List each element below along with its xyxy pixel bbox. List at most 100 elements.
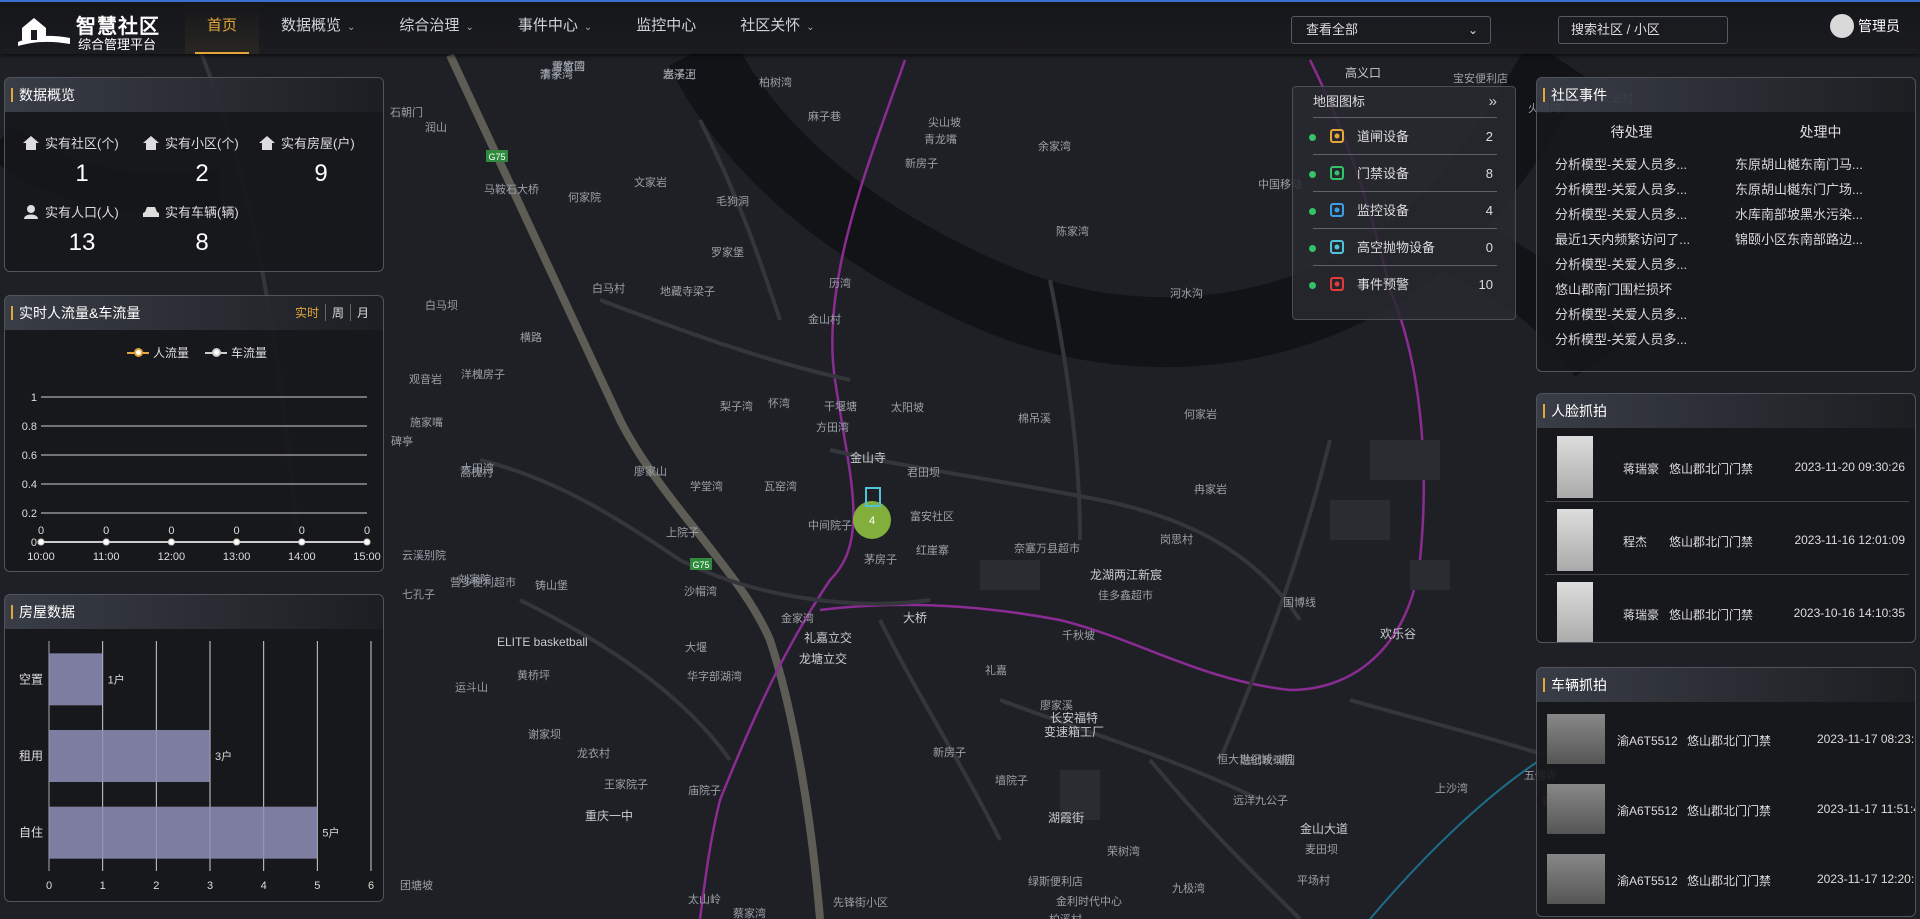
face-photo[interactable] — [1557, 509, 1593, 571]
flow-tabs: 实时 周 月 — [289, 304, 375, 321]
event-item[interactable]: 最近1天内频繁访问了... — [1555, 227, 1705, 252]
data-label: 0 — [364, 525, 370, 537]
tab-week[interactable]: 周 — [324, 304, 350, 321]
map-label: 奈塞万县超市 — [1014, 543, 1080, 555]
map-icon-row[interactable]: 道闸设备 2 — [1309, 117, 1497, 154]
flow-line-chart: 00.20.40.60.8110:00 11:00 12:00 13:00 14:00 1… — [22, 392, 381, 563]
status-dot-icon — [1309, 171, 1316, 178]
vehicle-capture-row[interactable]: 渝A6T5512 悠山郡北门门禁 2023-11-17 11:51:4 — [1545, 778, 1915, 848]
data-label: 0 — [299, 525, 305, 537]
event-item[interactable]: 分析模型-关爱人员多... — [1555, 202, 1705, 227]
event-item[interactable]: 锦颐小区东南部路边... — [1735, 227, 1885, 252]
capture-time: 2023-11-20 09:30:26 — [1794, 460, 1905, 474]
view-select[interactable]: 查看全部 ⌄ — [1291, 16, 1491, 44]
panel-title: 数据概览 — [5, 78, 383, 112]
events-panel: 社区事件 待处理 处理中 分析模型-关爱人员多... 分析模型-关爱人员多... 分… — [1536, 77, 1916, 372]
vehicle-photo[interactable] — [1547, 714, 1605, 764]
map-label: 何家院 — [568, 192, 601, 204]
capture-location: 悠山郡北门门禁 — [1687, 734, 1772, 748]
event-item[interactable]: 悠山郡南门围栏损坏 — [1555, 277, 1705, 302]
map-icon-count: 4 — [1485, 203, 1493, 218]
bar — [49, 730, 210, 782]
app-logo[interactable]: 智慧社区 综合管理平台 — [18, 8, 178, 52]
event-item[interactable]: 分析模型-关爱人员多... — [1555, 152, 1705, 177]
person-name: 程杰 — [1623, 535, 1648, 549]
nav-monitor-center[interactable]: 监控中心 — [614, 2, 718, 54]
map-label: 施家嘴 — [410, 417, 443, 429]
column-pending[interactable]: 待处理 — [1537, 122, 1726, 142]
pending-list: 分析模型-关爱人员多... 分析模型-关爱人员多... 分析模型-关爱人员多... 最… — [1555, 152, 1735, 352]
map-icon-row[interactable]: 高空抛物设备 0 — [1309, 228, 1497, 265]
data-label: 0 — [168, 525, 174, 537]
face-capture-row[interactable]: 程杰 悠山郡北门门禁 2023-11-16 12:01:09 — [1545, 505, 1909, 575]
map-label: 云溪别院 — [402, 550, 446, 562]
event-item[interactable]: 分析模型-关爱人员多... — [1555, 327, 1705, 352]
search-input[interactable]: 搜索社区 / 小区 — [1558, 16, 1728, 44]
nav-label: 综合治理 — [399, 17, 460, 34]
vehicle-photo[interactable] — [1547, 854, 1605, 904]
map-label: 尖山坡 — [928, 117, 961, 129]
map-label: 重庆一中 — [585, 809, 634, 823]
top-bar: 智慧社区 综合管理平台 首页 数据概览 ⌄ 综合治理 ⌄ 事件中心 ⌄ 监控中心 社区… — [0, 0, 1920, 54]
map-label: 营多便利超市 — [450, 577, 516, 589]
event-item[interactable]: 分析模型-关爱人员多... — [1555, 252, 1705, 277]
map-label: ELITE basketball — [497, 635, 588, 649]
face-photo[interactable] — [1557, 436, 1593, 498]
bar — [49, 806, 318, 859]
column-processing[interactable]: 处理中 — [1726, 122, 1915, 142]
legend-people[interactable]: 人流量 — [127, 344, 189, 361]
map-label: 历湾 — [829, 278, 851, 290]
map-icon-row[interactable]: 门禁设备 8 — [1309, 154, 1497, 191]
data-point — [363, 538, 371, 546]
map-label: 富安社区 — [910, 511, 954, 523]
vehicle-photo[interactable] — [1547, 784, 1605, 834]
nav-event-center[interactable]: 事件中心 ⌄ — [496, 2, 614, 54]
collapse-icon[interactable]: » — [1489, 87, 1497, 117]
map-label: 文家岩 — [634, 177, 667, 189]
map-icon-legend-header: 地图图标 » — [1293, 87, 1515, 117]
capture-location: 悠山郡北门门禁 — [1687, 804, 1772, 818]
event-item[interactable]: 分析模型-关爱人员多... — [1555, 302, 1705, 327]
chart-legend: 人流量 车流量 — [127, 344, 267, 361]
legend-vehicle[interactable]: 车流量 — [205, 344, 267, 361]
face-capture-row[interactable]: 蒋瑞豪 悠山郡北门门禁 2023-10-16 14:10:35 — [1545, 578, 1909, 642]
camera-icon — [1330, 203, 1344, 217]
map-label: 七孔子 — [402, 589, 435, 601]
nav-governance[interactable]: 综合治理 ⌄ — [377, 2, 495, 54]
event-item[interactable]: 水库南部坡黑水污染... — [1735, 202, 1885, 227]
map-label: 九极湾 — [1172, 883, 1205, 895]
view-select-value: 查看全部 — [1306, 22, 1359, 37]
map-label: 大田湾 — [461, 463, 494, 475]
event-item[interactable]: 东原胡山樾东南门马... — [1735, 152, 1885, 177]
user-menu[interactable]: 管理员 — [1830, 14, 1900, 38]
cluster-count: 4 — [869, 515, 875, 527]
map-label: 恒大世纪城-2期 — [1217, 754, 1293, 766]
map-label: 谢家坝 — [528, 729, 561, 741]
map-icon-row[interactable]: 事件预警 10 — [1309, 265, 1497, 302]
map-label: 高义口 — [1345, 66, 1382, 80]
map-icon-count: 0 — [1485, 240, 1493, 255]
nav-community-care[interactable]: 社区关怀 ⌄ — [718, 2, 836, 54]
nav-home[interactable]: 首页 — [185, 2, 260, 54]
event-item[interactable]: 东原胡山樾东门广场... — [1735, 177, 1885, 202]
tab-month[interactable]: 月 — [349, 304, 375, 321]
map-icon-row[interactable]: 监控设备 4 — [1309, 191, 1497, 228]
status-dot-icon — [1309, 282, 1316, 289]
stat-label: 实有小区(个) — [165, 136, 239, 151]
map-label: 岗思村 — [1160, 534, 1193, 546]
vehicle-capture-row[interactable]: 渝A6T5512 悠山郡北门门禁 2023-11-17 12:20:5 — [1545, 848, 1915, 916]
legend-label: 人流量 — [153, 346, 190, 360]
stat-value: 1 — [75, 160, 89, 187]
face-capture-row[interactable]: 蒋瑞豪 悠山郡北门门禁 2023-11-20 09:30:26 — [1545, 432, 1909, 502]
vehicle-capture-row[interactable]: 渝A6T5512 悠山郡北门门禁 2023-11-17 08:23:1 — [1545, 708, 1915, 778]
tab-realtime[interactable]: 实时 — [289, 304, 325, 321]
map-label: 陈家湾 — [1056, 226, 1089, 238]
face-photo[interactable] — [1557, 582, 1593, 642]
event-item[interactable]: 分析模型-关爱人员多... — [1555, 177, 1705, 202]
stat-value: 13 — [68, 229, 96, 256]
data-label: 3户 — [215, 749, 232, 763]
x-tick-label: 6 — [368, 880, 374, 892]
housing-bar-chart: 0 1 2 3 4 5 6 空置 1户租用 3户自住 5户 — [19, 641, 374, 892]
map-label: 金家湾 — [781, 613, 814, 625]
nav-data-overview[interactable]: 数据概览 ⌄ — [259, 2, 377, 54]
